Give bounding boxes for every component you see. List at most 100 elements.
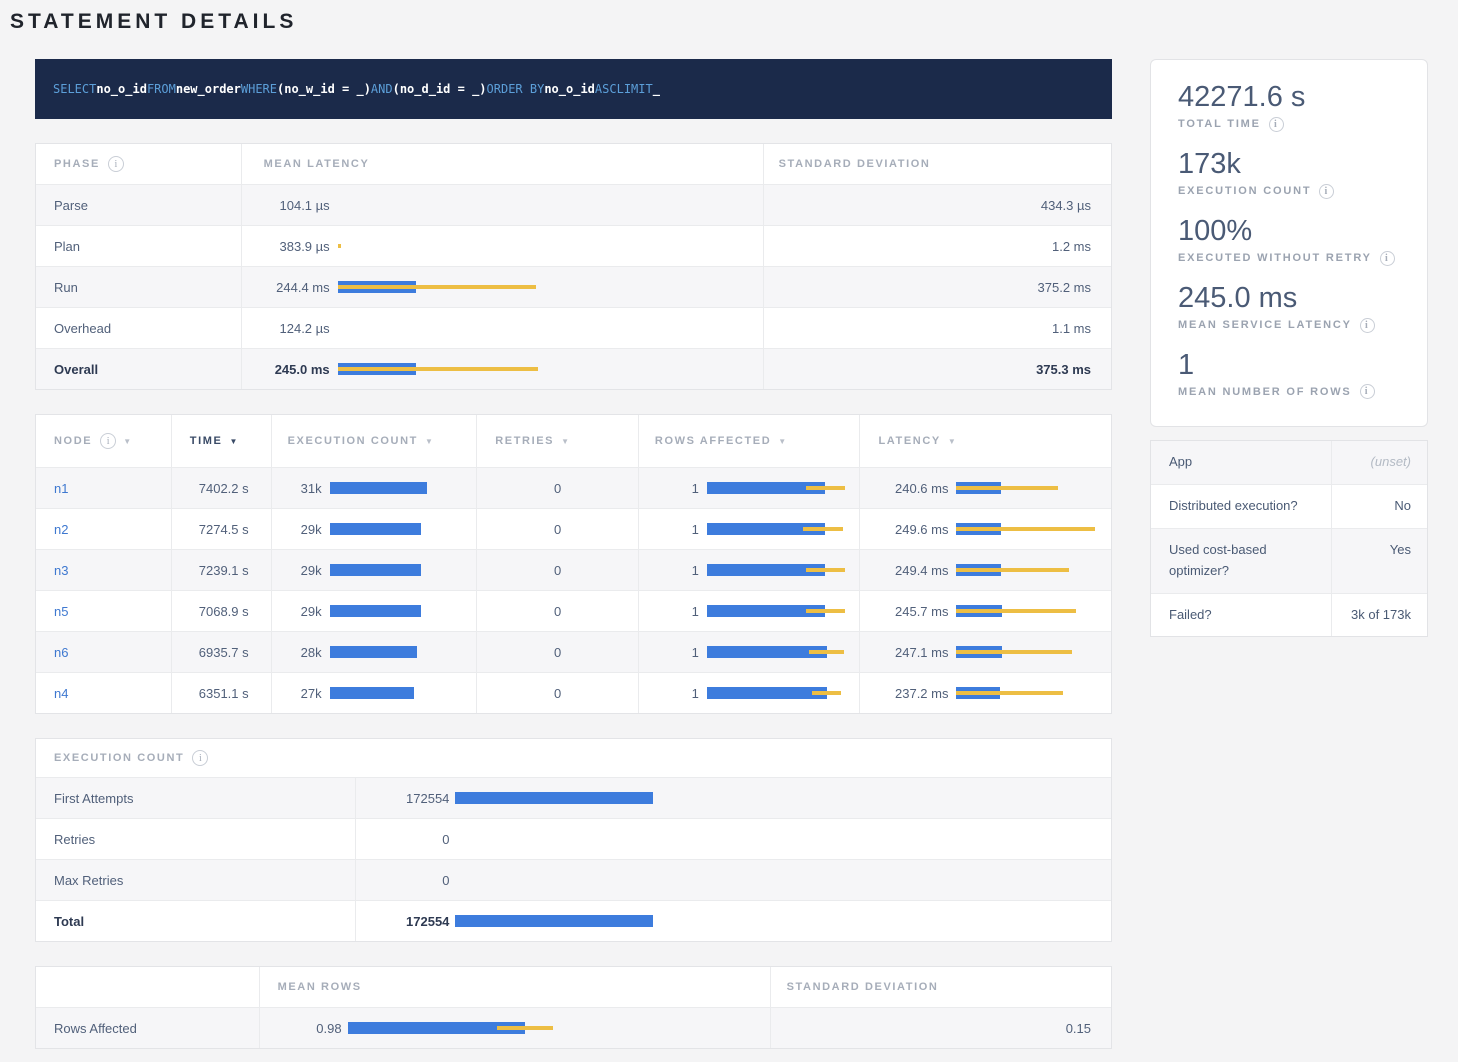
mean-latency-value: 245.0 ms (242, 362, 330, 377)
stat-label: MEAN NUMBER OF ROWSi (1178, 384, 1407, 399)
stat-value: 1 (1178, 350, 1407, 382)
column-header-label: EXECUTION COUNT (288, 435, 418, 447)
layout: SELECT no_o_id FROM new_order WHERE (no_… (35, 59, 1458, 1049)
bar-chart (348, 1021, 770, 1035)
retries-value: 0 (554, 563, 561, 578)
summary-stat: 245.0 ms MEAN SERVICE LATENCYi (1178, 283, 1407, 333)
bar-chart (956, 522, 1111, 536)
info-icon[interactable]: i (1360, 318, 1375, 333)
bar-chart (330, 522, 477, 536)
column-header-retries[interactable]: RETRIES▼ (476, 415, 638, 467)
summary-stat: 42271.6 sTOTAL TIMEi (1178, 82, 1407, 132)
retries-cell: 0 (476, 591, 638, 631)
info-icon[interactable]: i (1269, 117, 1284, 132)
mean-rows-value: 0.98 (270, 1021, 342, 1036)
sql-keyword: SELECT (53, 82, 96, 96)
column-header-time[interactable]: TIME▼ (171, 415, 271, 467)
bar-chart (707, 604, 860, 618)
rows-affected-value: 1 (655, 645, 699, 660)
info-icon[interactable]: i (100, 433, 116, 449)
stat-value: 100% (1178, 216, 1407, 248)
stat-label: MEAN SERVICE LATENCYi (1178, 318, 1407, 333)
stdev-bar (956, 486, 1058, 490)
stat-value: 245.0 ms (1178, 283, 1407, 315)
info-icon[interactable]: i (108, 156, 124, 172)
latency-cell: 249.4 ms (859, 550, 1111, 590)
summary-stat: 1 MEAN NUMBER OF ROWSi (1178, 350, 1407, 400)
sql-identifier: no_o_id (96, 82, 147, 96)
stat-label-text: EXECUTION COUNT (1178, 185, 1311, 197)
sort-arrow-icon: ▼ (561, 437, 569, 446)
table-row: n66935.7 s28k01247.1 ms (36, 631, 1111, 672)
stdev-value: 375.2 ms (1038, 280, 1091, 295)
table-row: Retries0 (36, 818, 1111, 859)
execution-count-table: EXECUTION COUNTiFirst Attempts172554Retr… (35, 738, 1112, 942)
row-label: Total (54, 914, 84, 929)
bar-chart (956, 645, 1111, 659)
info-icon[interactable]: i (192, 750, 208, 766)
info-icon[interactable]: i (1380, 251, 1395, 266)
node-link[interactable]: n6 (54, 645, 68, 660)
mean-bar (455, 915, 653, 927)
phase-cell: Run (36, 267, 241, 307)
table-row: n17402.2 s31k01240.6 ms (36, 467, 1111, 508)
bar-chart (956, 604, 1111, 618)
sort-arrow-icon: ▼ (778, 437, 786, 446)
column-header-empty (36, 967, 259, 1007)
table-row: Parse104.1 µs434.3 µs (36, 184, 1111, 225)
stdev-cell: 375.3 ms (763, 349, 1111, 389)
node-link[interactable]: n5 (54, 604, 68, 619)
column-header-node[interactable]: NODEi▼ (36, 415, 171, 467)
column-header-mean-latency[interactable]: MEAN LATENCY (241, 144, 763, 184)
bar-chart (338, 321, 763, 335)
property-value: No (1331, 485, 1427, 528)
table-header-row: NODEi▼TIME▼EXECUTION COUNT▼RETRIES▼ROWS … (36, 415, 1111, 467)
stdev-bar (803, 527, 843, 531)
column-header-mean-rows: MEAN ROWS (259, 967, 770, 1007)
column-header-label: MEAN LATENCY (264, 158, 370, 170)
mean-latency-cell: 244.4 ms (241, 267, 763, 307)
column-header-phase[interactable]: PHASEi (36, 144, 241, 184)
node-cell: n2 (36, 509, 171, 549)
rows-affected-value: 1 (655, 563, 699, 578)
mean-latency-cell: 104.1 µs (241, 185, 763, 225)
column-header-rows-affected[interactable]: ROWS AFFECTED▼ (638, 415, 860, 467)
stdev-bar (956, 527, 1095, 531)
info-icon[interactable]: i (1319, 184, 1334, 199)
node-link[interactable]: n2 (54, 522, 68, 537)
rows-affected-cell: 1 (638, 673, 860, 713)
stdev-bar (806, 568, 845, 572)
execution-count-cell: 28k (271, 632, 477, 672)
column-header-latency[interactable]: LATENCY▼ (859, 415, 1111, 467)
count-value: 0 (356, 832, 449, 847)
property-label: Failed? (1151, 594, 1331, 637)
sort-arrow-icon: ▼ (229, 437, 237, 446)
table-row: Total172554 (36, 900, 1111, 941)
label-cell: Rows Affected (36, 1008, 259, 1048)
node-link[interactable]: n1 (54, 481, 68, 496)
rows-affected-cell: 1 (638, 591, 860, 631)
time-cell: 6351.1 s (171, 673, 271, 713)
column-header-standard-deviation[interactable]: STANDARD DEVIATION (763, 144, 1111, 184)
rows-affected-value: 1 (655, 481, 699, 496)
table-row: Run244.4 ms 375.2 ms (36, 266, 1111, 307)
row-label: Rows Affected (54, 1021, 137, 1036)
node-link[interactable]: n4 (54, 686, 68, 701)
time-cell: 7274.5 s (171, 509, 271, 549)
node-link[interactable]: n3 (54, 563, 68, 578)
phase-label: Overall (54, 362, 98, 377)
bar-chart (455, 914, 1111, 928)
stdev-bar (806, 609, 845, 613)
column-header-execution-count[interactable]: EXECUTION COUNT▼ (271, 415, 477, 467)
time-value: 7068.9 s (199, 604, 249, 619)
mean-bar (330, 523, 421, 535)
phase-cell: Parse (36, 185, 241, 225)
mean-latency-value: 244.4 ms (242, 280, 330, 295)
time-cell: 7068.9 s (171, 591, 271, 631)
info-icon[interactable]: i (1360, 384, 1375, 399)
latency-cell: 237.2 ms (859, 673, 1111, 713)
sql-identifier: no_o_id (544, 82, 595, 96)
retries-value: 0 (554, 481, 561, 496)
summary-card: 42271.6 sTOTAL TIMEi173kEXECUTION COUNTi… (1150, 59, 1428, 427)
node-cell: n1 (36, 468, 171, 508)
